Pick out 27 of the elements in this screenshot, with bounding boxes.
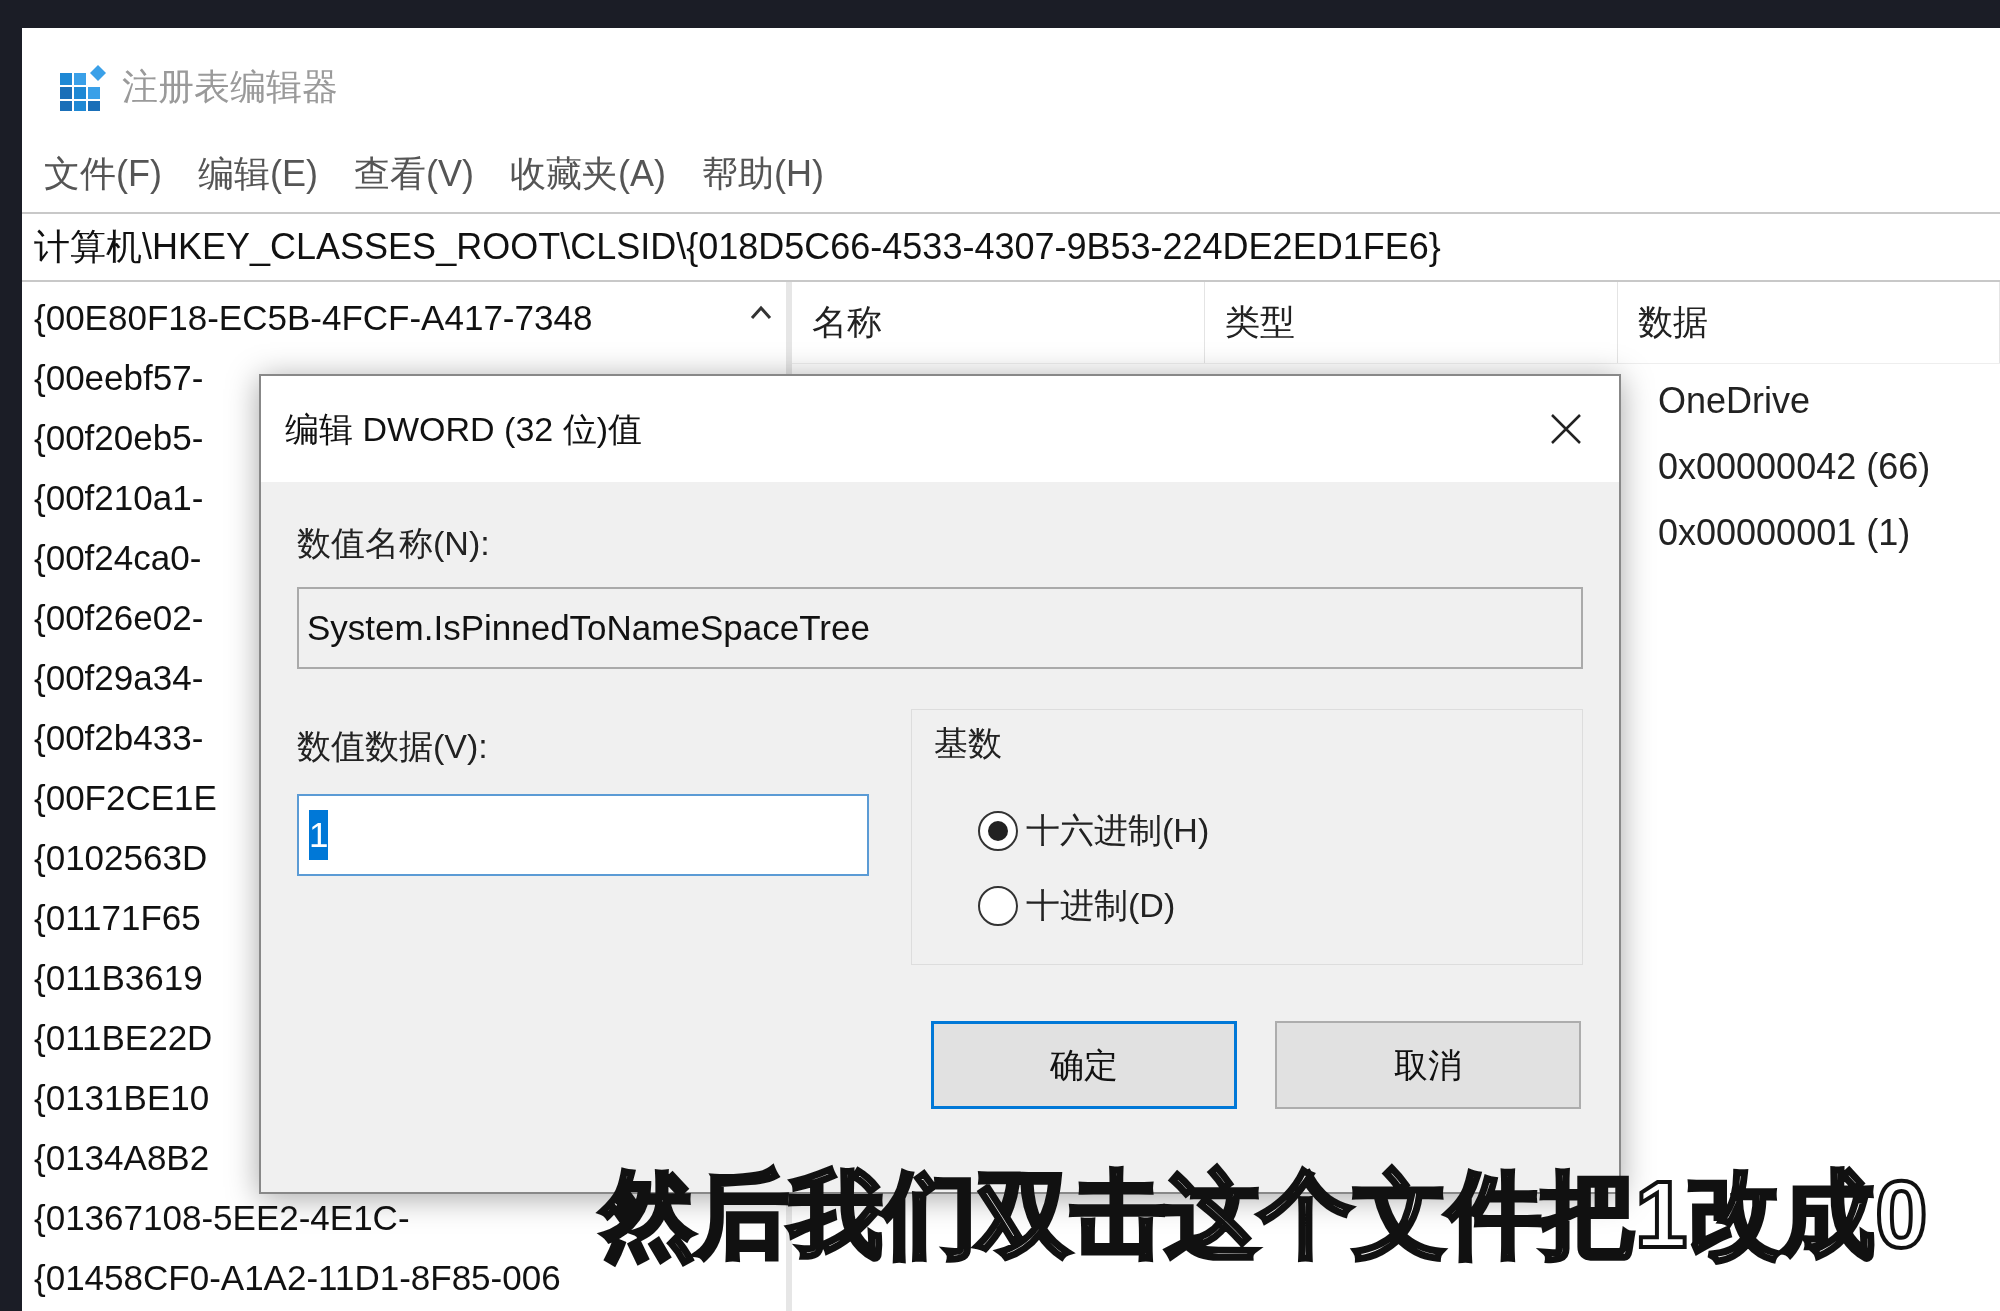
menu-item[interactable]: 收藏夹(A): [509, 147, 666, 201]
address-bar[interactable]: 计算机\HKEY_CLASSES_ROOT\CLSID\{018D5C66-4533-4307-9B53-224DE2ED1FE6}: [22, 212, 2000, 282]
dialog-button[interactable]: 确定: [931, 1021, 1237, 1109]
video-subtitle: 然后我们双击这个文件把1改成0: [595, 1150, 1934, 1281]
field-label: 数值数据(V):: [297, 726, 489, 767]
data-cell-text: 0x00000042 (66): [1658, 445, 1932, 489]
column-header[interactable]: 名称: [792, 282, 1205, 363]
menu-item[interactable]: 查看(V): [353, 147, 474, 201]
close-icon[interactable]: [1549, 412, 1583, 446]
selected-text: 1: [309, 810, 329, 860]
menu-item[interactable]: 帮助(H): [701, 147, 824, 201]
data-cell-text: OneDrive: [1658, 379, 1812, 423]
value-data-field[interactable]: 1: [297, 794, 869, 876]
column-header[interactable]: 类型: [1205, 282, 1618, 363]
value-name-field[interactable]: System.IsPinnedToNameSpaceTree: [297, 587, 1583, 669]
menu-item[interactable]: 文件(F): [44, 147, 162, 201]
group-label: 基数: [934, 723, 1003, 764]
radio-button[interactable]: 十六进制(H): [978, 805, 1560, 856]
dialog-button[interactable]: 取消: [1275, 1021, 1581, 1109]
tree-item[interactable]: {00E80F18-EC5B-4FCF-A417-7348: [34, 288, 786, 348]
radio-button[interactable]: 十进制(D): [978, 880, 1560, 931]
data-cell-text: 0x00000001 (1): [1658, 511, 1912, 555]
dialog-title: 编辑 DWORD (32 位)值: [285, 408, 642, 450]
field-label: 数值名称(N):: [297, 523, 491, 564]
column-header[interactable]: 数据: [1618, 282, 2000, 363]
menu-item[interactable]: 编辑(E): [197, 147, 318, 201]
window-title: 注册表编辑器: [122, 65, 338, 109]
